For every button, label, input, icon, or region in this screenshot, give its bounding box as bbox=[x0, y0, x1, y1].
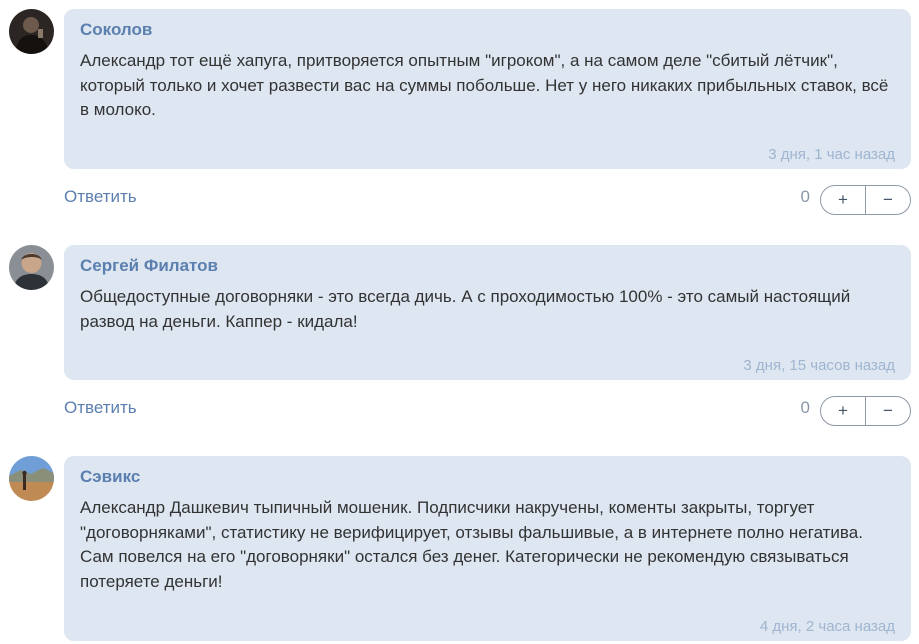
author-name[interactable]: Соколов bbox=[80, 20, 152, 40]
downvote-button[interactable]: − bbox=[866, 397, 910, 425]
reply-link[interactable]: Ответить bbox=[64, 187, 137, 207]
author-name[interactable]: Сергей Филатов bbox=[80, 256, 218, 276]
comment-text: Александр Дашкевич тыпичный мошеник. Под… bbox=[80, 498, 863, 591]
upvote-button[interactable]: + bbox=[821, 186, 866, 214]
downvote-button[interactable]: − bbox=[866, 186, 910, 214]
vote-score: 0 bbox=[800, 398, 810, 417]
avatar[interactable] bbox=[9, 456, 54, 501]
reply-link[interactable]: Ответить bbox=[64, 398, 137, 418]
comment-bubble: Соколов Александр тот ещё хапуга, притво… bbox=[64, 9, 911, 169]
timestamp[interactable]: 3 дня, 15 часов назад bbox=[743, 357, 895, 374]
timestamp[interactable]: 3 дня, 1 час назад bbox=[768, 146, 895, 163]
comment-bubble: Сэвикс Александр Дашкевич тыпичный мошен… bbox=[64, 456, 911, 641]
author-name[interactable]: Сэвикс bbox=[80, 467, 140, 487]
vote-control: + − bbox=[820, 185, 911, 215]
avatar[interactable] bbox=[9, 9, 54, 54]
avatar[interactable] bbox=[9, 245, 54, 290]
upvote-button[interactable]: + bbox=[821, 397, 866, 425]
vote-score: 0 bbox=[800, 187, 810, 206]
comment-bubble: Сергей Филатов Общедоступные договорняки… bbox=[64, 245, 911, 380]
timestamp[interactable]: 4 дня, 2 часа назад bbox=[760, 618, 895, 635]
vote-control: + − bbox=[820, 396, 911, 426]
comment-text: Александр тот ещё хапуга, притворяется о… bbox=[80, 51, 889, 119]
comment-text: Общедоступные договорняки - это всегда д… bbox=[80, 287, 851, 331]
